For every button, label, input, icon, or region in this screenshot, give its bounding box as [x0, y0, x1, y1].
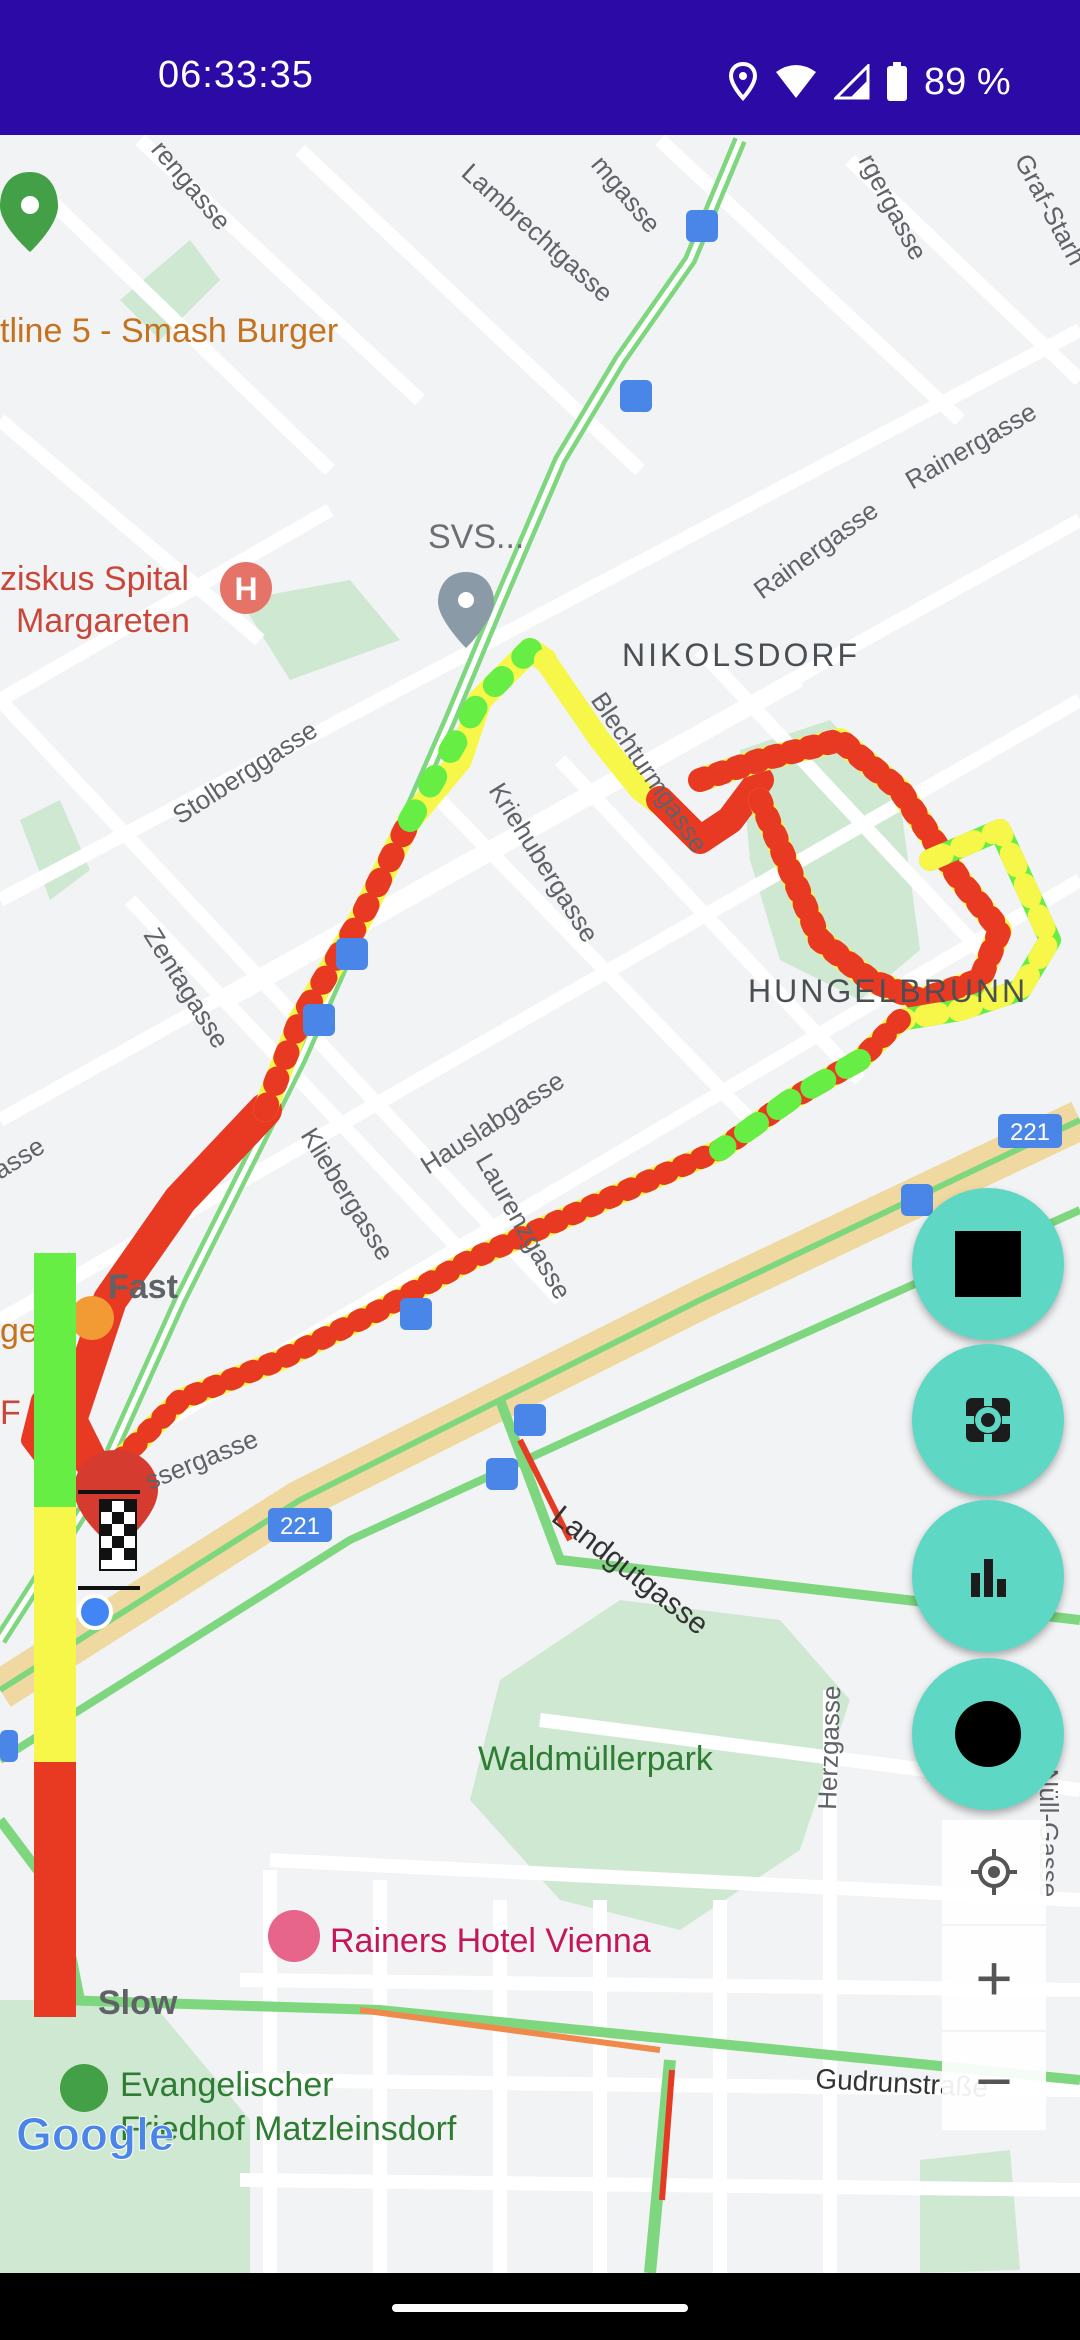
settings-button[interactable] [912, 1344, 1064, 1496]
svg-text:221: 221 [280, 1513, 320, 1540]
cemetery-marker [60, 2064, 108, 2112]
legend-fast-label: Fast [108, 1268, 178, 1306]
legend-fast-segment [34, 1253, 76, 1507]
gear-icon [966, 1398, 1010, 1442]
status-icons: 89 % [728, 60, 1011, 104]
zoom-in-icon: + [975, 1942, 1013, 2014]
record-icon [955, 1701, 1021, 1767]
status-bar: 06:33:35 89 % [0, 0, 1080, 135]
poi-label-spital-2: Margareten [16, 602, 190, 640]
speed-legend-bar [34, 1253, 76, 2017]
bar-chart-icon [971, 1559, 1006, 1597]
poi-label-svs: SVS... [428, 518, 524, 556]
poi-label-burger: tline 5 - Smash Burger [0, 312, 338, 350]
legend-slow-label: Slow [98, 1984, 178, 2022]
poi-label-hotel: Rainers Hotel Vienna [330, 1922, 651, 1960]
poi-label-fast-food: ge [0, 1312, 38, 1350]
location-icon [728, 62, 758, 101]
district-label-hungelbrunn: HUNGELBRUNN [748, 973, 1028, 1009]
street-label: Herzgasse [812, 1685, 846, 1810]
battery-icon [887, 62, 907, 101]
current-location-dot [77, 1594, 113, 1630]
navigation-bar [0, 2273, 1080, 2340]
legend-medium-segment [34, 1507, 76, 1762]
stats-button[interactable] [912, 1500, 1064, 1652]
home-gesture-handle[interactable] [392, 2304, 688, 2312]
poi-label-park: Waldmüllerpark [478, 1740, 714, 1778]
my-location-icon [971, 1849, 1017, 1895]
my-location-button[interactable] [942, 1820, 1046, 1924]
poi-label-f-edge: F [0, 1394, 21, 1432]
record-button[interactable] [912, 1658, 1064, 1810]
legend-slow-segment [34, 1762, 76, 2017]
google-logo: Google [16, 2108, 174, 2160]
svg-text:H: H [234, 571, 257, 607]
signal-icon [834, 64, 870, 100]
poi-label-cemetery-1: Evangelischer [120, 2066, 334, 2104]
stop-button[interactable] [912, 1188, 1064, 1340]
map-view[interactable]: H 221 221 Lambrechtgasse mgasse rgergass… [0, 135, 1080, 2273]
hotel-marker [268, 1910, 320, 1962]
district-label-nikolsdorf: NIKOLSDORF [622, 637, 860, 673]
zoom-in-button[interactable]: + [942, 1926, 1046, 2030]
stop-icon [955, 1231, 1021, 1297]
clock: 06:33:35 [158, 54, 314, 96]
svg-text:221: 221 [1010, 1119, 1050, 1146]
zoom-out-icon: − [975, 2045, 1013, 2117]
wifi-icon [776, 65, 816, 98]
poi-label-spital-1: ziskus Spital [0, 560, 189, 598]
battery-percent: 89 % [924, 60, 1011, 103]
zoom-out-button[interactable]: − [942, 2032, 1046, 2130]
